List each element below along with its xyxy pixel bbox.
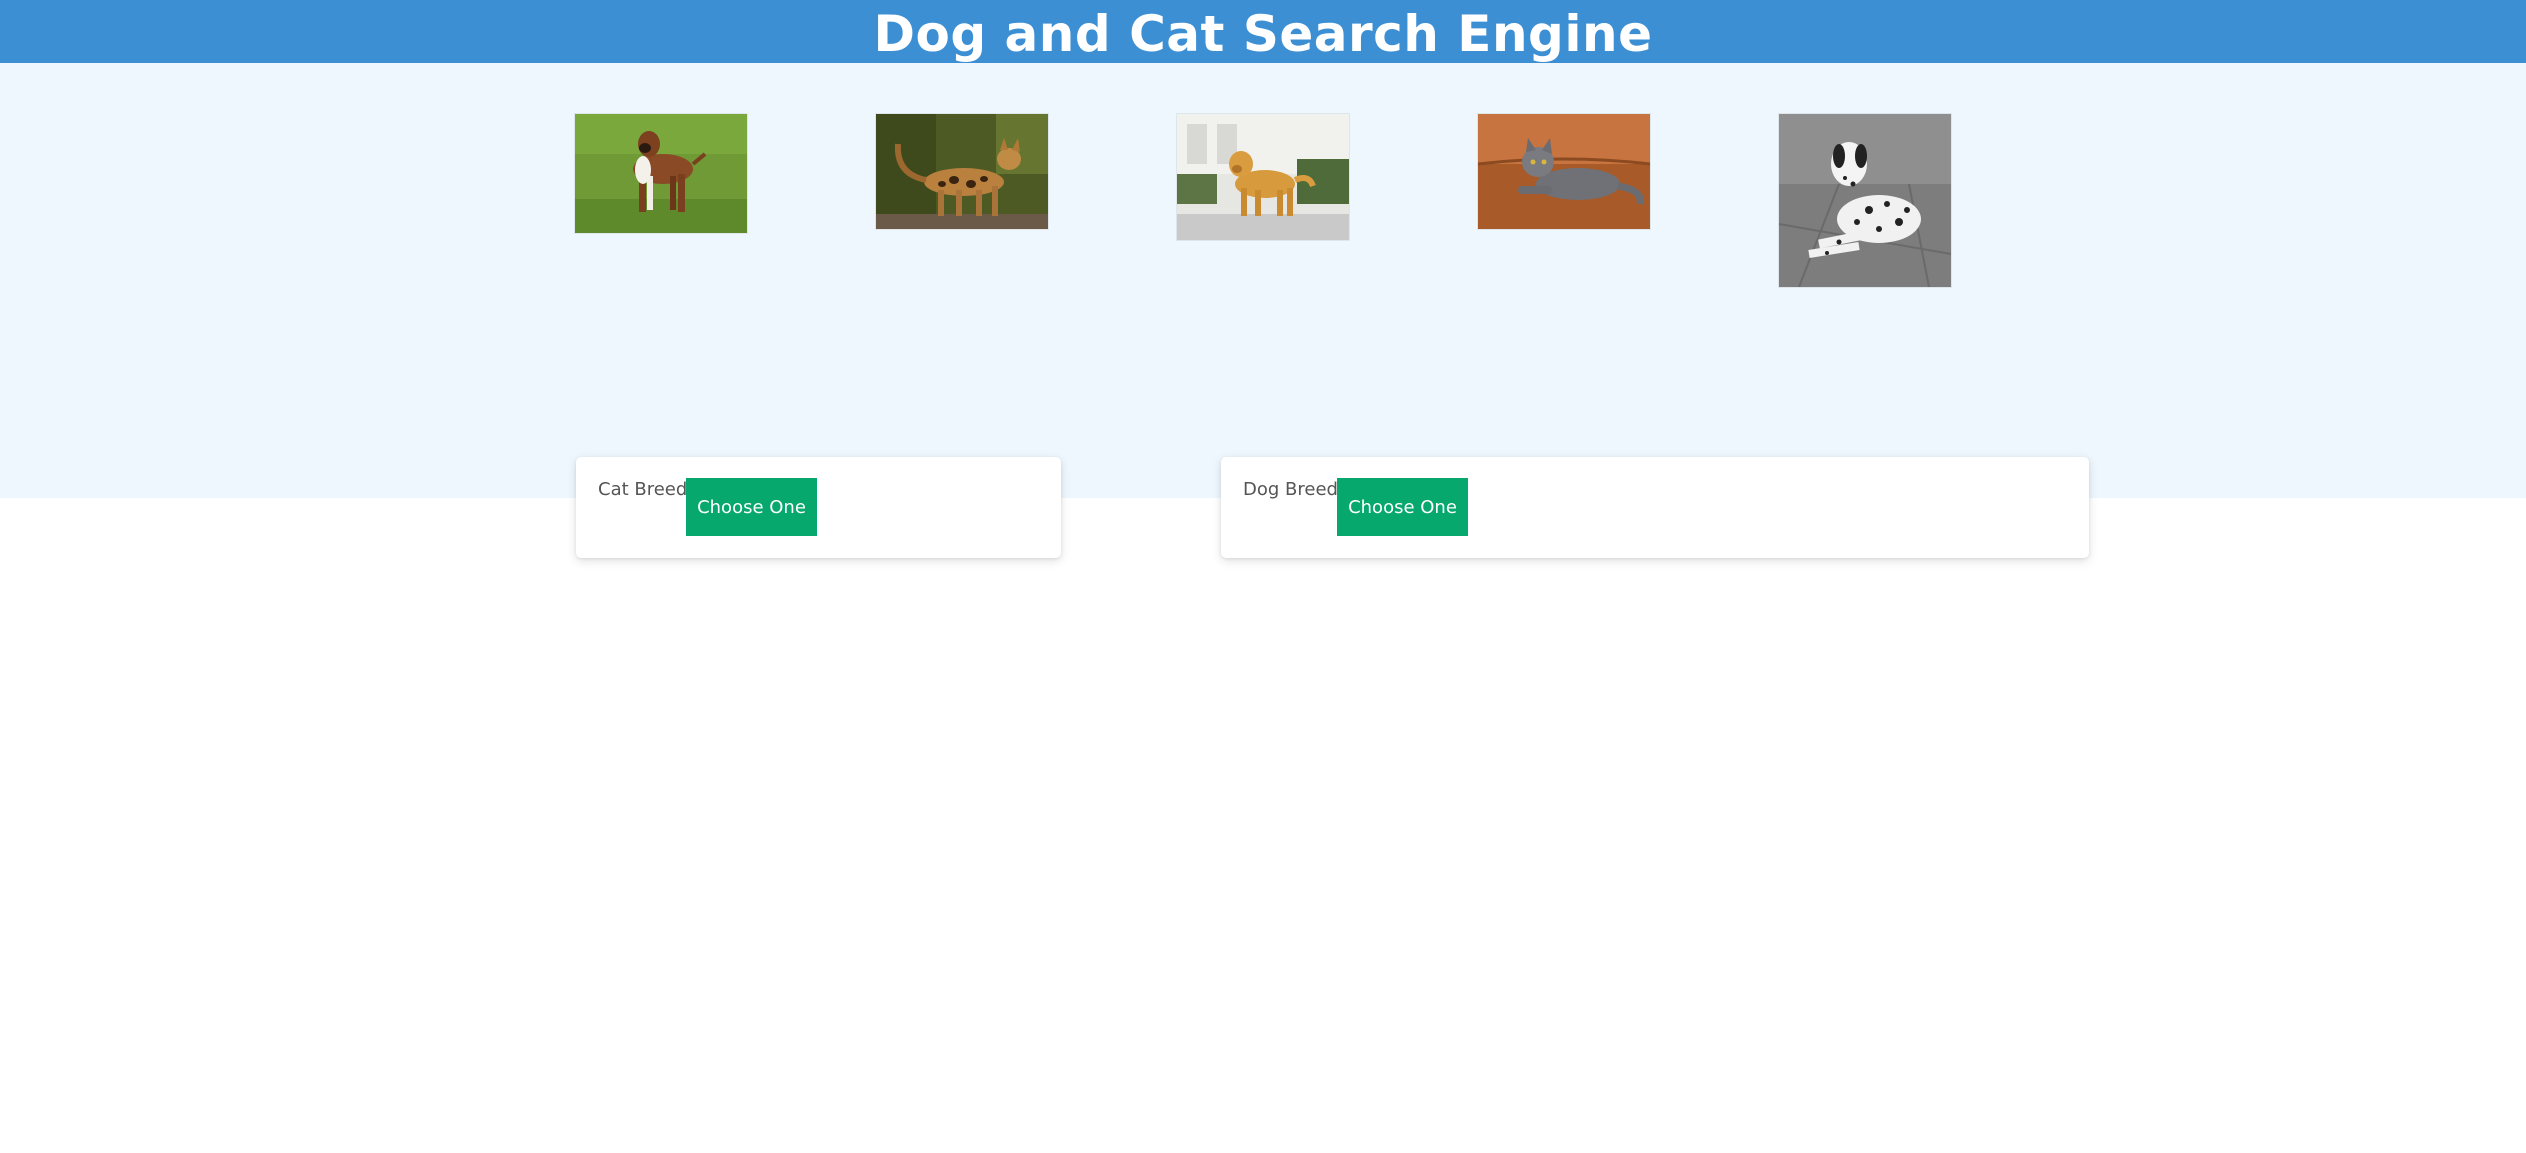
cat-breeds-card: Cat Breeds Choose One xyxy=(576,457,1061,558)
cat-breeds-choose-button[interactable]: Choose One xyxy=(686,478,817,536)
dog-breeds-label: Dog Breeds xyxy=(1243,479,1348,500)
dog-breeds-choose-button[interactable]: Choose One xyxy=(1337,478,1468,536)
gray-cat-image xyxy=(1477,113,1651,230)
boxer-dog-image xyxy=(574,113,748,234)
page-header: Dog and Cat Search Engine xyxy=(0,0,2526,63)
image-gallery xyxy=(0,63,2526,498)
page-title: Dog and Cat Search Engine xyxy=(873,5,1653,63)
dalmatian-image xyxy=(1778,113,1952,288)
dog-breeds-card: Dog Breeds Choose One xyxy=(1221,457,2089,558)
golden-retriever-image xyxy=(1176,113,1350,241)
cat-breeds-label: Cat Breeds xyxy=(598,479,697,500)
bengal-cat-image xyxy=(875,113,1049,230)
